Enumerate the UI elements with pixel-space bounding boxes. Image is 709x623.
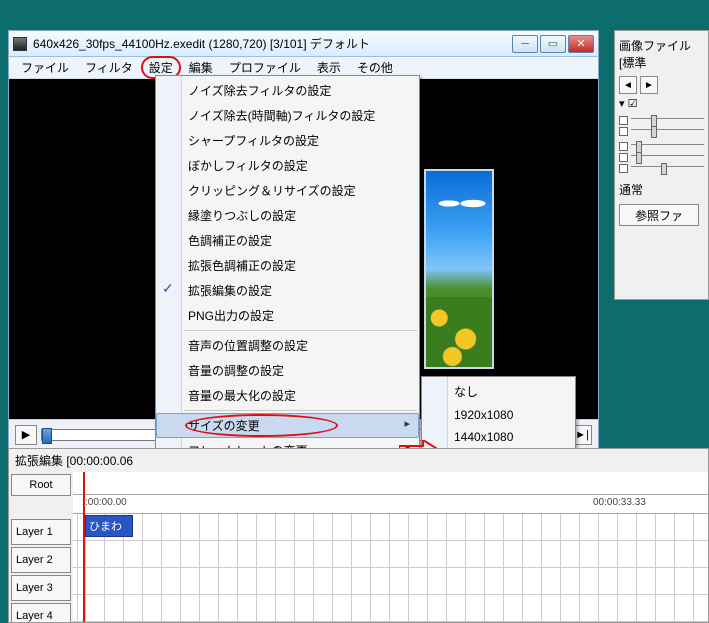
menu-size-change[interactable]: サイズの変更 — [156, 413, 419, 438]
menu-audio-position[interactable]: 音声の位置調整の設定 — [156, 333, 419, 358]
seek-thumb[interactable] — [42, 428, 52, 444]
slider-left-btn[interactable] — [619, 164, 628, 173]
close-button[interactable]: ✕ — [568, 35, 594, 53]
timeline-tracks[interactable]: :00:00.00 00:00:33.33 ひまわり — [73, 472, 708, 623]
slider-left-btn[interactable] — [619, 116, 628, 125]
root-button[interactable]: Root — [11, 474, 71, 496]
menu-color-correction[interactable]: 色調補正の設定 — [156, 228, 419, 253]
slider-left-btn[interactable] — [619, 153, 628, 162]
window-title: 640x426_30fps_44100Hz.exedit (1280,720) … — [33, 35, 512, 52]
timeline-window: 拡張編集 [00:00:00.06 Root Layer 1 Layer 2 L… — [8, 448, 709, 623]
minimize-button[interactable]: ─ — [512, 35, 538, 53]
menu-noise-temporal[interactable]: ノイズ除去(時間軸)フィルタの設定 — [156, 103, 419, 128]
layer-4-button[interactable]: Layer 4 — [11, 603, 71, 623]
preview-image — [424, 169, 494, 369]
playhead[interactable] — [83, 472, 85, 623]
slider-left-btn[interactable] — [619, 142, 628, 151]
title-bar[interactable]: 640x426_30fps_44100Hz.exedit (1280,720) … — [9, 31, 598, 57]
browse-button[interactable]: 参照ファ — [619, 204, 699, 226]
separator — [184, 410, 417, 411]
side-next-button[interactable]: ► — [640, 76, 658, 94]
side-slider-5[interactable] — [631, 166, 704, 172]
menu-sharp-filter[interactable]: シャープフィルタの設定 — [156, 128, 419, 153]
slider-left-btn[interactable] — [619, 127, 628, 136]
menu-noise-filter[interactable]: ノイズ除去フィルタの設定 — [156, 78, 419, 103]
side-slider-1[interactable] — [631, 118, 704, 124]
maximize-button[interactable]: ▭ — [540, 35, 566, 53]
expander[interactable]: ▾ ☑ — [619, 97, 704, 110]
side-slider-4[interactable] — [631, 155, 704, 161]
cloud-graphic — [431, 191, 491, 216]
size-1920x1080[interactable]: 1920x1080 — [422, 404, 575, 426]
timestamp-0: :00:00.00 — [85, 497, 127, 508]
separator — [184, 330, 417, 331]
side-slider-2[interactable] — [631, 129, 704, 135]
menu-border-fill[interactable]: 縁塗りつぶしの設定 — [156, 203, 419, 228]
layer-2-button[interactable]: Layer 2 — [11, 547, 71, 573]
timestamp-1: 00:00:33.33 — [593, 497, 646, 508]
sunflower-graphic — [426, 297, 492, 367]
app-icon — [13, 37, 27, 51]
layer-3-button[interactable]: Layer 3 — [11, 575, 71, 601]
size-none[interactable]: なし — [422, 379, 575, 404]
layer-1-button[interactable]: Layer 1 — [11, 519, 71, 545]
menu-volume-adjust[interactable]: 音量の調整の設定 — [156, 358, 419, 383]
mode-label: 通常 — [619, 181, 704, 198]
menu-filter[interactable]: フィルタ — [77, 56, 141, 79]
menu-file[interactable]: ファイル — [13, 56, 77, 79]
menu-clip-resize[interactable]: クリッピング＆リサイズの設定 — [156, 178, 419, 203]
side-title: 画像ファイル[標準 — [619, 35, 704, 73]
menu-png-output[interactable]: PNG出力の設定 — [156, 303, 419, 328]
side-prev-button[interactable]: ◄ — [619, 76, 637, 94]
side-slider-3[interactable] — [631, 144, 704, 150]
timeline-title: 拡張編集 [00:00:00.06 — [9, 449, 708, 472]
timeline-ruler[interactable]: :00:00.00 00:00:33.33 — [73, 494, 708, 514]
menu-volume-max[interactable]: 音量の最大化の設定 — [156, 383, 419, 408]
menu-ext-edit[interactable]: ✓拡張編集の設定 — [156, 278, 419, 303]
side-panel: 画像ファイル[標準 ◄ ► ▾ ☑ 通常 参照ファ — [614, 30, 709, 300]
menu-blur-filter[interactable]: ぼかしフィルタの設定 — [156, 153, 419, 178]
size-1440x1080[interactable]: 1440x1080 — [422, 426, 575, 448]
menu-ext-color-correction[interactable]: 拡張色調補正の設定 — [156, 253, 419, 278]
clip-himawari[interactable]: ひまわり — [85, 515, 133, 537]
check-icon: ✓ — [162, 280, 174, 297]
play-button[interactable]: ▶ — [15, 425, 37, 445]
